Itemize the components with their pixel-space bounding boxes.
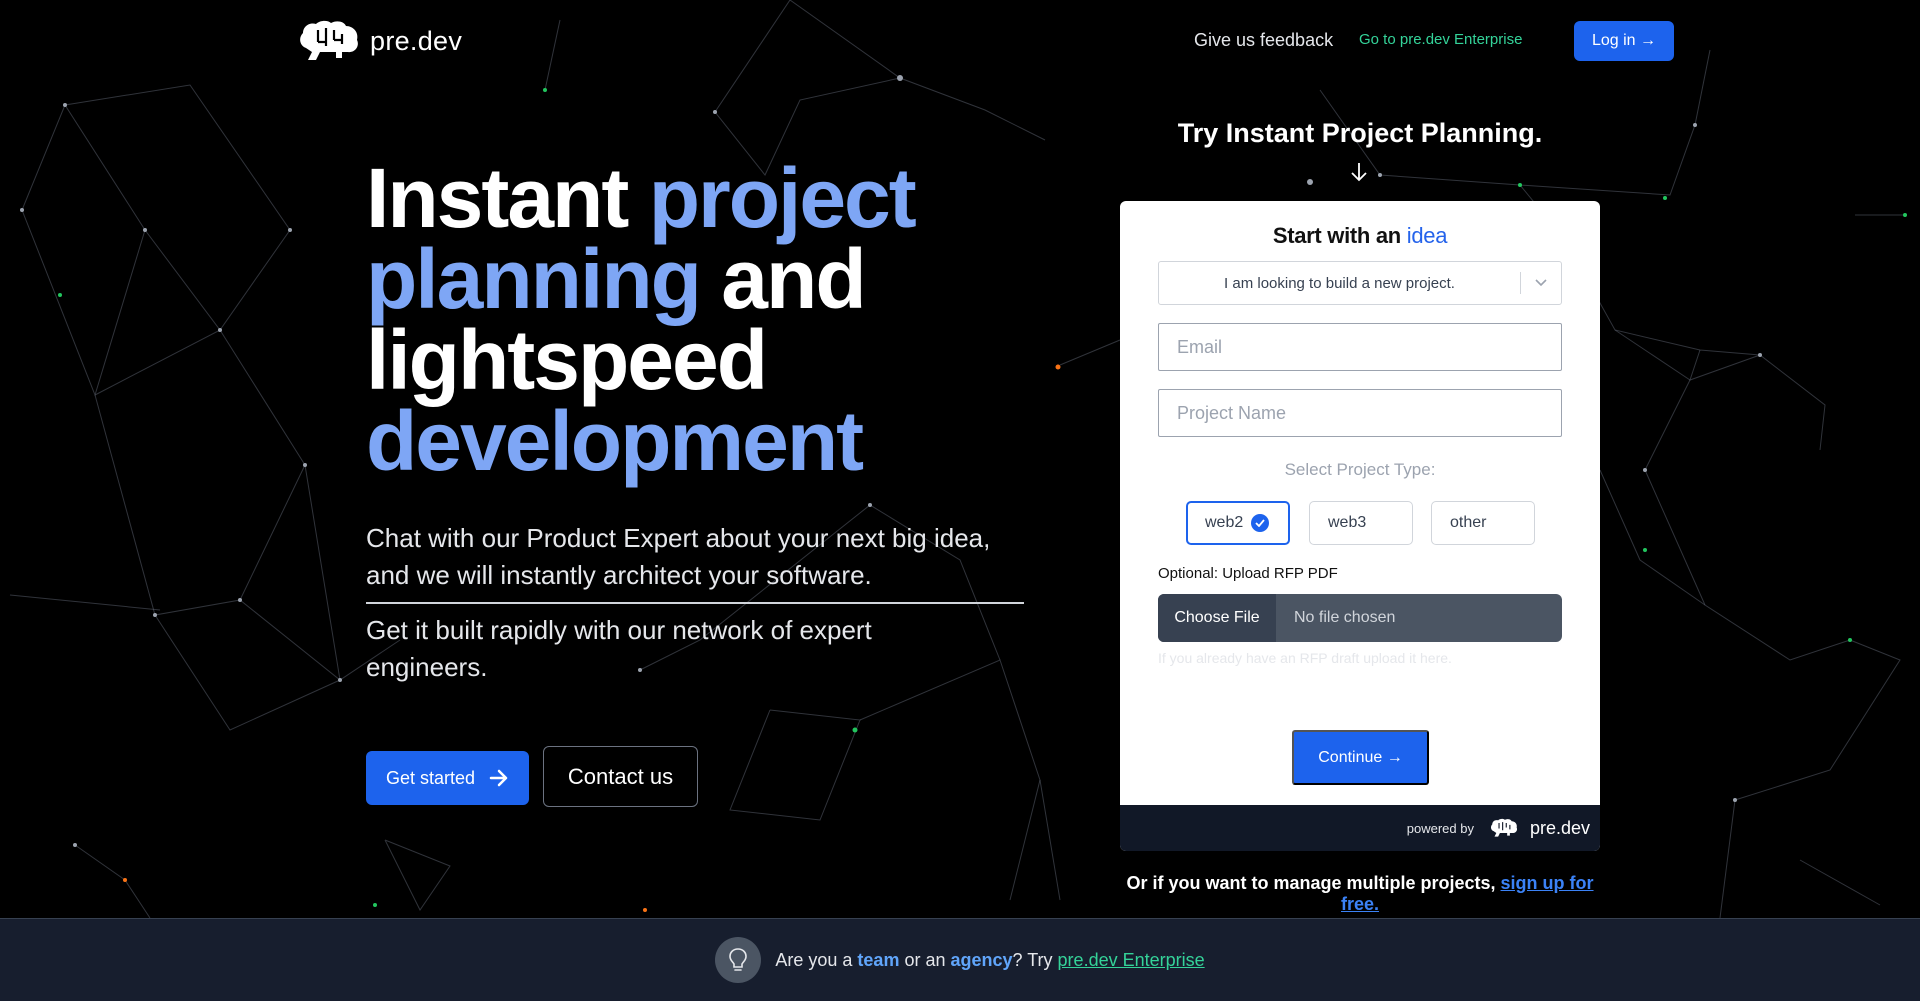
email-field[interactable]: Email <box>1158 323 1562 371</box>
hero-divider <box>366 602 1024 604</box>
banner-agency: agency <box>950 949 1013 970</box>
arrow-right-icon <box>489 769 508 787</box>
get-started-label: Get started <box>385 767 476 788</box>
planner-card: Start with an idea I am looking to build… <box>1120 201 1600 851</box>
banner-text-1: Are you a <box>775 949 858 970</box>
project-type-web2-label: web2 <box>1205 514 1244 531</box>
get-started-button[interactable]: Get started <box>366 751 529 805</box>
banner-team: team <box>857 949 900 970</box>
check-circle-icon <box>1251 514 1270 532</box>
hero-title-part-1: Instant <box>366 151 649 245</box>
project-type-other-label: other <box>1450 514 1487 531</box>
brand-name: pre.dev <box>370 25 463 56</box>
banner-text: Are you a team or an agency? Try pre.dev… <box>775 950 1204 971</box>
project-name-placeholder: Project Name <box>1177 402 1287 423</box>
email-placeholder: Email <box>1177 336 1223 357</box>
banner-text-3: ? Try <box>1012 949 1058 970</box>
brain-logo-icon <box>1490 818 1517 837</box>
arrow-down-icon <box>1351 163 1367 182</box>
card-title: Start with an idea <box>1120 223 1600 249</box>
enterprise-banner: Are you a team or an agency? Try pre.dev… <box>0 918 1920 1001</box>
brain-logo-icon <box>300 20 358 60</box>
choose-file-button[interactable]: Choose File <box>1158 594 1276 642</box>
card-title-accent: idea <box>1406 223 1448 248</box>
upload-help-text: If you already have an RFP draft upload … <box>1158 650 1452 666</box>
project-name-field[interactable]: Project Name <box>1158 389 1562 437</box>
enterprise-link[interactable]: Go to pre.dev Enterprise <box>1359 31 1522 48</box>
lightbulb-icon <box>715 937 762 983</box>
hero-title-highlight-2: development <box>366 394 864 488</box>
upload-label: Optional: Upload RFP PDF <box>1158 565 1338 582</box>
login-button[interactable]: Log in → <box>1574 21 1674 61</box>
file-status: No file chosen <box>1294 609 1396 626</box>
banner-text-2: or an <box>899 949 951 970</box>
hero-subtext: Get it built rapidly with our network of… <box>366 615 872 682</box>
project-type-label: Select Project Type: <box>1284 460 1436 479</box>
card-title-prefix: Start with an <box>1272 223 1407 248</box>
powered-by-text: powered by <box>1406 820 1474 836</box>
chevron-down-icon <box>1521 278 1561 288</box>
project-type-web3-label: web3 <box>1328 514 1367 531</box>
rfp-file-input[interactable]: Choose File No file chosen <box>1158 594 1562 642</box>
select-value: I am looking to build a new project. <box>1224 274 1455 292</box>
project-type-web3[interactable]: web3 <box>1309 501 1413 545</box>
project-type-web2[interactable]: web2 <box>1186 501 1290 545</box>
continue-button[interactable]: Continue → <box>1292 730 1429 785</box>
planner-heading: Try Instant Project Planning. <box>1177 118 1543 148</box>
hero-title: Instant project planning and lightspeed … <box>366 156 986 483</box>
footer-brand-name: pre.dev <box>1529 817 1590 838</box>
enterprise-banner-link[interactable]: pre.dev Enterprise <box>1058 950 1205 970</box>
contact-us-button[interactable]: Contact us <box>543 746 698 807</box>
manage-projects-text: Or if you want to manage multiple projec… <box>1120 873 1600 915</box>
hero-description: Chat with our Product Expert about your … <box>366 523 991 590</box>
project-intent-select[interactable]: I am looking to build a new project. <box>1158 261 1562 305</box>
project-type-other[interactable]: other <box>1431 501 1535 545</box>
feedback-link[interactable]: Give us feedback <box>1194 30 1333 51</box>
brand-logo[interactable]: pre.dev <box>298 20 462 62</box>
manage-prefix: Or if you want to manage multiple projec… <box>1126 873 1501 893</box>
card-footer: powered by pre.dev <box>1120 805 1600 851</box>
